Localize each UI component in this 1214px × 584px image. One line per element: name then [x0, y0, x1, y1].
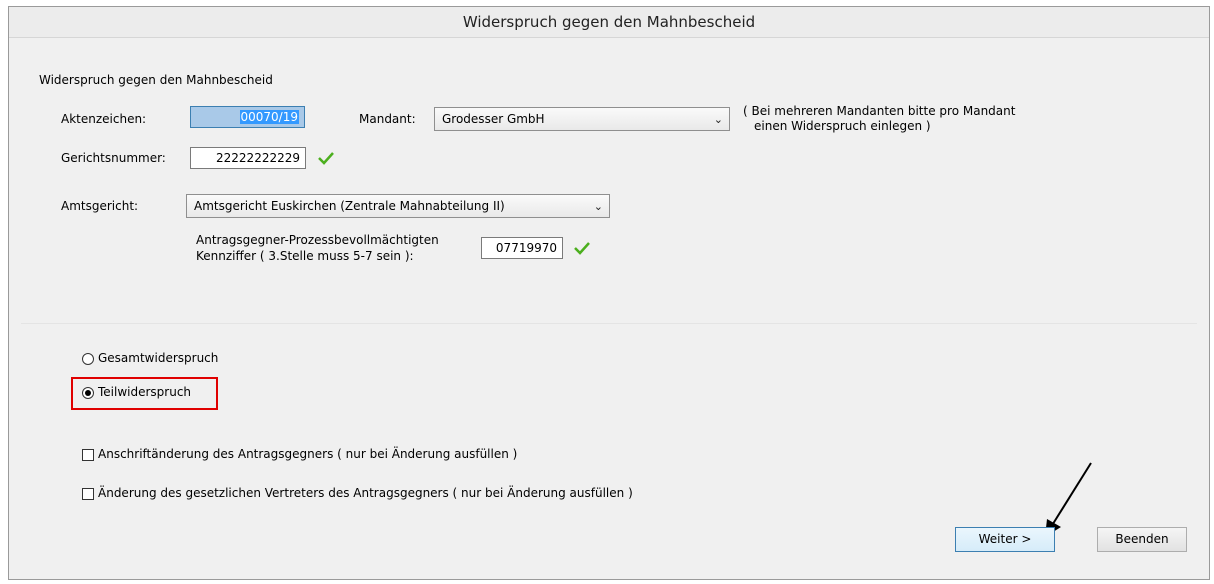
vertreteraenderung-checkbox[interactable] — [82, 488, 94, 500]
gerichtsnummer-label: Gerichtsnummer: — [61, 151, 166, 165]
teilwiderspruch-radio[interactable] — [82, 387, 94, 399]
aktenzeichen-input[interactable]: 00070/19 — [190, 106, 305, 128]
checkmark-icon — [574, 242, 590, 255]
aktenzeichen-value: 00070/19 — [239, 110, 299, 124]
gerichtsnummer-value: 22222222229 — [216, 151, 300, 165]
mandant-note-line2: einen Widerspruch einlegen ) — [754, 119, 931, 133]
chevron-down-icon: ⌄ — [593, 200, 603, 213]
section-divider — [21, 323, 1197, 324]
amtsgericht-label: Amtsgericht: — [61, 199, 139, 213]
mandant-value: Grodesser GmbH — [442, 112, 545, 126]
mandant-note-line1: ( Bei mehreren Mandanten bitte pro Manda… — [743, 104, 1016, 118]
gerichtsnummer-input[interactable]: 22222222229 — [190, 147, 306, 169]
teilwiderspruch-label[interactable]: Teilwiderspruch — [98, 385, 191, 399]
amtsgericht-value: Amtsgericht Euskirchen (Zentrale Mahnabt… — [194, 199, 505, 213]
kennziffer-label-line1: Antragsgegner-Prozessbevollmächtigten — [196, 233, 439, 247]
anschriftaenderung-checkbox[interactable] — [82, 449, 94, 461]
amtsgericht-select[interactable]: Amtsgericht Euskirchen (Zentrale Mahnabt… — [186, 194, 610, 218]
mandant-label: Mandant: — [359, 112, 416, 126]
gesamtwiderspruch-radio[interactable] — [82, 353, 94, 365]
kennziffer-label-line2: Kennziffer ( 3.Stelle muss 5-7 sein ): — [196, 249, 414, 263]
weiter-button[interactable]: Weiter > — [955, 527, 1055, 552]
gesamtwiderspruch-label[interactable]: Gesamtwiderspruch — [98, 351, 218, 365]
beenden-button[interactable]: Beenden — [1097, 527, 1187, 552]
checkmark-icon — [318, 152, 334, 165]
chevron-down-icon: ⌄ — [713, 113, 723, 126]
dialog-window: Widerspruch gegen den Mahnbescheid Wider… — [8, 6, 1210, 580]
window-title: Widerspruch gegen den Mahnbescheid — [9, 7, 1209, 38]
aktenzeichen-label: Aktenzeichen: — [61, 112, 147, 126]
vertreteraenderung-label[interactable]: Änderung des gesetzlichen Vertreters des… — [98, 486, 633, 500]
group-label: Widerspruch gegen den Mahnbescheid — [39, 73, 273, 87]
anschriftaenderung-label[interactable]: Anschriftänderung des Antragsgegners ( n… — [98, 447, 517, 461]
kennziffer-input[interactable]: 07719970 — [481, 237, 563, 259]
kennziffer-value: 07719970 — [495, 241, 557, 255]
mandant-select[interactable]: Grodesser GmbH ⌄ — [434, 107, 730, 131]
